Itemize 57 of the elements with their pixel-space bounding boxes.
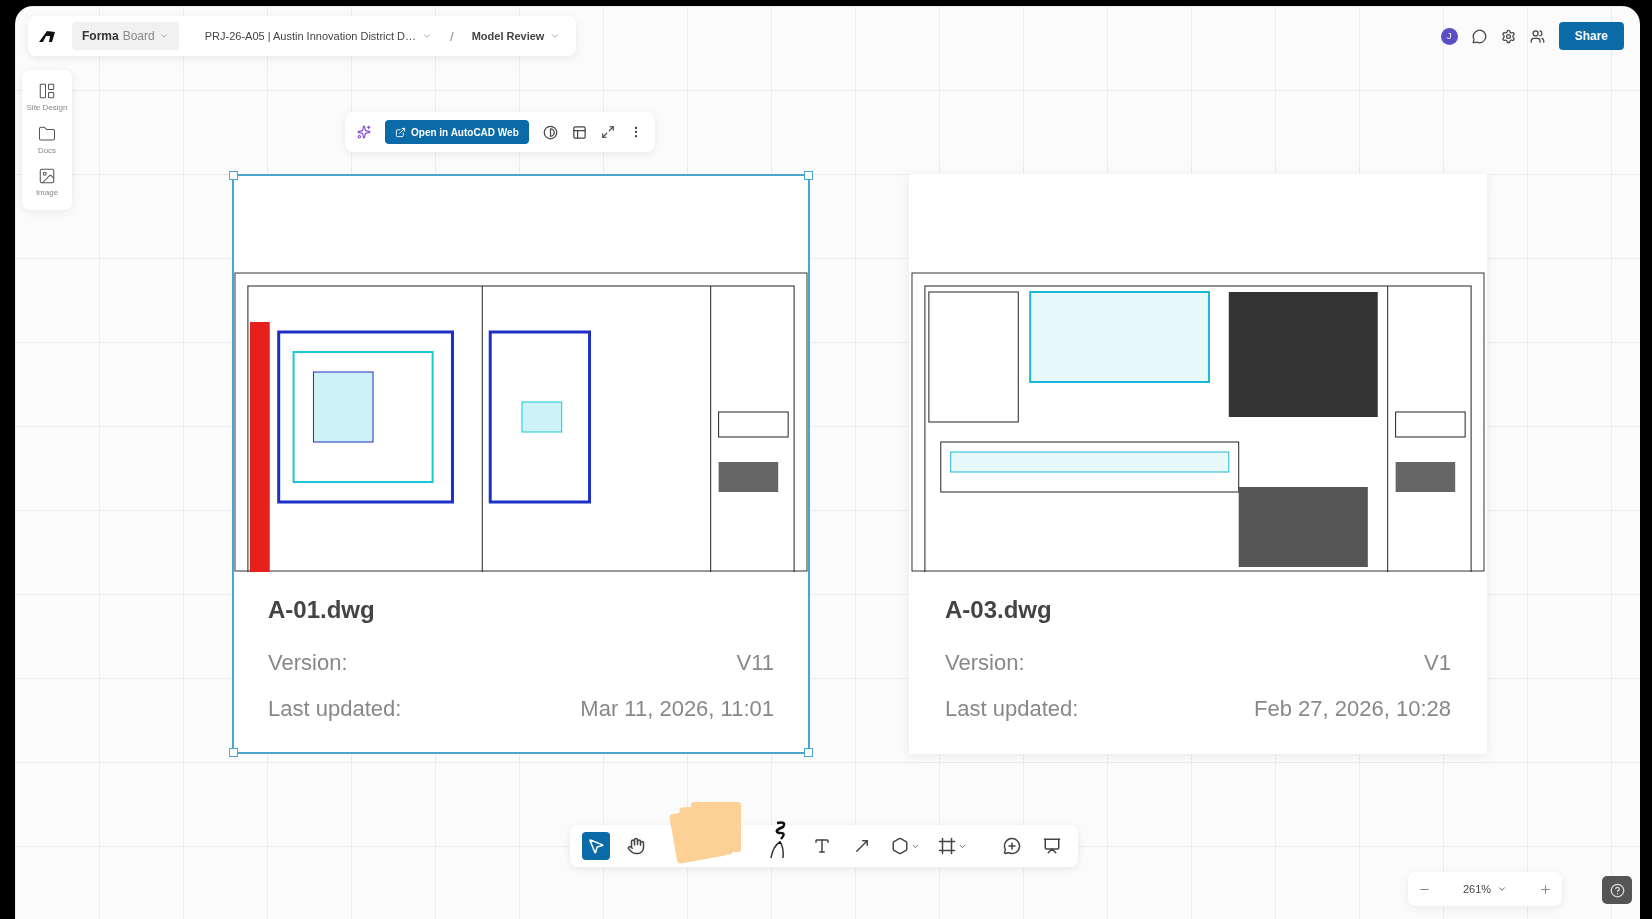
field-value: Mar 11, 2026, 11:01 [580,696,774,722]
hexagon-icon [891,837,909,855]
arrow-icon [853,837,871,855]
folder-icon [38,124,56,143]
share-button[interactable]: Share [1558,22,1624,50]
people-icon[interactable] [1529,28,1545,44]
project-dropdown[interactable]: PRJ-26-A05 | Austin Innovation District D… [198,30,439,42]
comments-icon[interactable] [1471,28,1487,44]
zoom-level-dropdown[interactable]: 261% [1457,883,1514,895]
field-label: Version: [268,650,348,676]
resize-handle[interactable] [229,171,238,180]
layout-icon [38,82,56,100]
field-label: Version: [945,650,1025,676]
view-dropdown[interactable]: Model Review [465,30,567,42]
external-link-icon [395,126,406,138]
expand-icon[interactable] [600,125,615,139]
help-button[interactable] [1602,876,1632,904]
hand-icon [627,837,645,855]
field-label: Last updated: [268,696,402,722]
caret-icon [550,31,561,41]
app-switcher[interactable]: Forma Board [72,22,179,50]
file-card[interactable]: A-03.dwg Version: V1 Last updated: Feb 27, 2026, 10:28 [909,174,1487,754]
select-tool[interactable] [582,832,610,860]
resize-handle[interactable] [804,748,813,757]
layout-icon[interactable] [571,124,587,140]
zoom-in-icon[interactable] [1539,882,1553,896]
field-label: Last updated: [945,696,1079,722]
open-in-autocad-button[interactable]: Open in AutoCAD Web [385,120,529,144]
sparkle-icon[interactable] [357,125,371,139]
frame-icon [938,837,956,855]
resize-handle[interactable] [229,748,238,757]
caret-icon [158,31,169,41]
caret-icon [422,31,433,41]
brand-name: Forma [82,29,119,43]
breadcrumb-separator: / [449,28,455,44]
field-value: V1 [1424,650,1451,676]
product-name: Board [122,29,155,43]
file-name: A-01.dwg [268,596,376,624]
text-icon [813,837,831,855]
resize-handle[interactable] [804,171,813,180]
user-avatar[interactable]: J [1440,27,1458,45]
settings-icon[interactable] [1500,28,1516,44]
sidebar-item[interactable]: Docs [25,122,69,158]
file-name: A-03.dwg [945,596,1053,624]
field-value: V11 [736,650,774,676]
field-value: Feb 27, 2026, 10:28 [1254,696,1451,722]
contrast-icon[interactable] [542,124,558,140]
sidebar-item[interactable]: Image [25,165,69,200]
logo-icon [38,29,56,43]
caret-icon [1497,884,1508,894]
cursor-icon [587,837,605,855]
help-icon [1609,882,1625,898]
sidebar-item[interactable]: Site Design [25,80,69,115]
comment-plus-icon [1003,837,1021,855]
image-icon [38,167,56,186]
presentation-icon [1043,837,1061,855]
file-card[interactable]: A-01.dwg Version: V11 Last updated: Mar 11, 2026, 11:01 [232,174,810,754]
